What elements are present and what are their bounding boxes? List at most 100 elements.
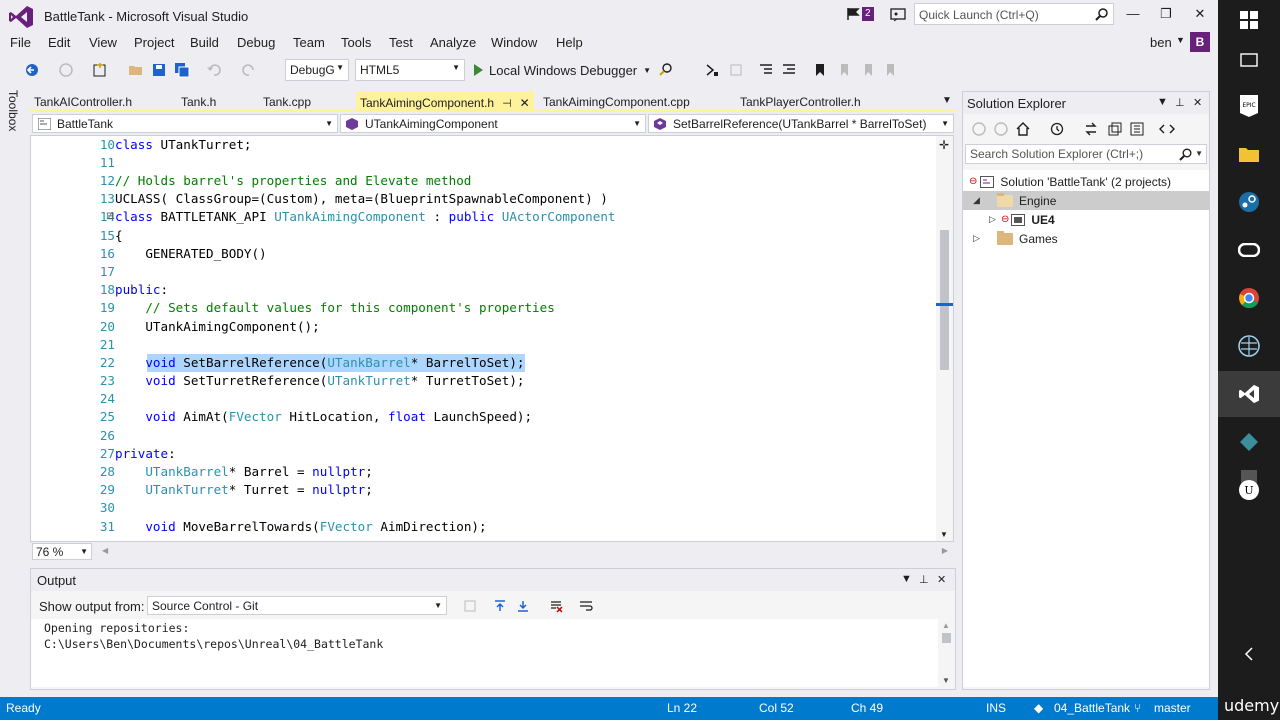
new-project-icon[interactable] <box>92 62 108 78</box>
sync-icon[interactable] <box>1083 122 1099 136</box>
folder-engine[interactable]: ◢ Engine <box>963 191 1209 210</box>
next-message-icon[interactable] <box>516 599 530 613</box>
menu-project[interactable]: Project <box>134 35 174 50</box>
visual-studio-taskbar-icon[interactable] <box>1237 382 1261 406</box>
save-all-icon[interactable] <box>174 62 190 78</box>
open-file-icon[interactable] <box>128 62 144 78</box>
output-source-select[interactable]: Source Control - Git ▼ <box>147 596 447 615</box>
menu-file[interactable]: File <box>10 35 31 50</box>
menu-tools[interactable]: Tools <box>341 35 371 50</box>
auto-hide-pin-icon[interactable]: ⊥ <box>919 573 929 586</box>
scrollbar-thumb[interactable] <box>942 633 951 643</box>
code-line[interactable]: class UTankTurret; <box>115 137 252 152</box>
step-icon[interactable] <box>704 62 720 78</box>
code-line[interactable]: void SetBarrelReference(UTankBarrel* Bar… <box>115 355 524 370</box>
editor-vertical-scrollbar[interactable]: ✛ ▼ <box>936 136 953 541</box>
redo-icon[interactable] <box>241 62 257 78</box>
folder-games[interactable]: ▷ Games <box>973 229 1058 248</box>
menu-help[interactable]: Help <box>556 35 583 50</box>
restore-button[interactable]: ❐ <box>1154 4 1178 24</box>
tab-list-dropdown-icon[interactable]: ▼ <box>942 95 952 106</box>
steam-icon[interactable] <box>1237 190 1261 214</box>
user-name[interactable]: ben <box>1150 35 1172 50</box>
code-line[interactable]: // Sets default values for this componen… <box>115 300 554 315</box>
toolbox-tab[interactable]: Toolbox <box>0 88 28 694</box>
expanded-arrow-icon[interactable]: ◢ <box>973 195 985 206</box>
tab-tank-h[interactable]: Tank.h <box>181 91 216 112</box>
oculus-icon[interactable] <box>1237 238 1261 262</box>
menu-view[interactable]: View <box>89 35 117 50</box>
output-vertical-scrollbar[interactable]: ▲ ▼ <box>938 619 955 687</box>
code-line[interactable]: { <box>115 228 123 243</box>
toggle-word-wrap-icon[interactable] <box>579 599 593 613</box>
status-branch[interactable]: master <box>1154 701 1191 715</box>
scroll-right-icon[interactable]: ▶ <box>942 546 948 555</box>
solution-configuration-select[interactable]: DebugG ▼ <box>285 59 349 81</box>
menu-window[interactable]: Window <box>491 35 537 50</box>
start-debugging-button[interactable]: Local Windows Debugger ▼ <box>474 61 651 79</box>
window-position-icon[interactable]: ▼ <box>901 573 912 585</box>
code-line[interactable]: UTankBarrel* Barrel = nullptr; <box>115 464 372 479</box>
code-line[interactable]: private: <box>115 446 176 461</box>
forward-icon[interactable] <box>58 62 74 78</box>
collapse-region-icon[interactable]: ⊟ <box>106 211 114 222</box>
user-menu-caret-icon[interactable]: ▼ <box>1176 35 1185 45</box>
next-bookmark-icon[interactable] <box>860 62 876 78</box>
notifications-button[interactable]: 2 <box>846 7 874 21</box>
task-view-icon[interactable] <box>1237 48 1261 72</box>
undo-icon[interactable] <box>206 62 222 78</box>
back-icon[interactable] <box>971 122 987 136</box>
project-nav-select[interactable]: BattleTank ▼ <box>32 114 338 133</box>
tab-tankaimingcomponent-h[interactable]: TankAimingComponent.h ⊣ ✕ <box>356 91 534 112</box>
menu-analyze[interactable]: Analyze <box>430 35 476 50</box>
code-line[interactable]: UTankAimingComponent(); <box>115 319 319 334</box>
save-icon[interactable] <box>151 62 167 78</box>
quick-launch-input[interactable]: Quick Launch (Ctrl+Q) <box>914 3 1114 25</box>
app-diamond-icon[interactable] <box>1237 430 1261 454</box>
class-nav-select[interactable]: UTankAimingComponent ▼ <box>340 114 646 133</box>
epic-games-icon[interactable]: EPIC <box>1237 94 1261 118</box>
close-tab-icon[interactable]: ✕ <box>520 96 530 110</box>
clear-bookmarks-icon[interactable] <box>882 62 898 78</box>
tab-tankplayercontroller-h[interactable]: TankPlayerController.h <box>740 91 861 112</box>
view-code-icon[interactable] <box>1159 122 1175 136</box>
code-line[interactable]: // Holds barrel's properties and Elevate… <box>115 173 471 188</box>
chrome-icon[interactable] <box>1237 286 1261 310</box>
code-line[interactable]: class BATTLETANK_API UTankAimingComponen… <box>115 209 615 224</box>
scrollbar-thumb[interactable] <box>940 230 949 370</box>
scroll-left-icon[interactable]: ◀ <box>102 546 108 555</box>
close-panel-icon[interactable]: ✕ <box>937 573 946 586</box>
scroll-up-icon[interactable]: ▲ <box>942 621 950 630</box>
uncomment-lines-icon[interactable] <box>781 62 797 78</box>
close-panel-icon[interactable]: ✕ <box>1193 96 1202 109</box>
collapsed-arrow-icon[interactable]: ▷ <box>973 233 985 244</box>
window-position-icon[interactable]: ▼ <box>1157 96 1168 108</box>
collapse-all-icon[interactable] <box>1107 122 1123 136</box>
code-line[interactable]: public: <box>115 282 168 297</box>
home-icon[interactable] <box>1015 122 1031 136</box>
comment-lines-icon[interactable] <box>758 62 774 78</box>
code-line[interactable]: UTankTurret* Turret = nullptr; <box>115 482 372 497</box>
code-line[interactable]: GENERATED_BODY() <box>115 246 266 261</box>
code-line[interactable]: void SetTurretReference(UTankTurret* Tur… <box>115 373 524 388</box>
scroll-down-icon[interactable]: ▼ <box>940 530 948 539</box>
menu-build[interactable]: Build <box>190 35 219 50</box>
code-line[interactable]: UCLASS( ClassGroup=(Custom), meta=(Bluep… <box>115 191 608 206</box>
close-window-button[interactable]: ✕ <box>1188 4 1212 24</box>
previous-bookmark-icon[interactable] <box>836 62 852 78</box>
pin-icon[interactable]: ⊣ <box>502 98 512 110</box>
app-globe-icon[interactable] <box>1237 334 1261 358</box>
clear-all-icon[interactable] <box>549 599 563 613</box>
back-icon[interactable] <box>24 62 40 78</box>
avatar[interactable]: B <box>1190 32 1210 52</box>
feedback-icon[interactable] <box>890 7 906 23</box>
menu-debug[interactable]: Debug <box>237 35 275 50</box>
forward-icon[interactable] <box>993 122 1009 136</box>
solution-node[interactable]: ⊖ Solution 'BattleTank' (2 projects) <box>969 172 1171 191</box>
project-ue4[interactable]: ▷ ⊖ UE4 <box>989 210 1055 229</box>
menu-edit[interactable]: Edit <box>48 35 70 50</box>
minimize-button[interactable]: — <box>1121 4 1145 24</box>
status-repository[interactable]: 04_BattleTank <box>1054 701 1130 715</box>
solution-search-input[interactable]: Search Solution Explorer (Ctrl+;) ▼ <box>965 144 1207 164</box>
split-window-icon[interactable]: ✛ <box>939 138 949 152</box>
